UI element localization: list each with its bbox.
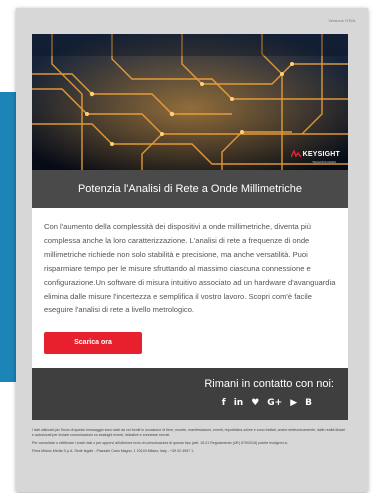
legal-line-1: I dati utilizzati per l'invio di questo …: [32, 428, 346, 437]
brand-subtitle: TECHNOLOGIES: [312, 160, 336, 164]
legal-line-2: Per consultare o rettificare i vostri da…: [32, 441, 288, 445]
stay-in-touch-label: Rimani in contatto con noi:: [204, 378, 334, 391]
social-footer: Rimani in contatto con noi: f in ♥ G+ ▶ …: [32, 368, 348, 421]
keysight-logo: KEYSIGHT: [290, 150, 340, 158]
twitter-icon[interactable]: ♥: [251, 398, 259, 408]
facebook-icon[interactable]: f: [222, 398, 226, 408]
email-title: Potenzia l'Analisi di Rete a Onde Millim…: [77, 183, 303, 195]
hero-image: KEYSIGHT TECHNOLOGIES: [32, 34, 348, 170]
youtube-icon[interactable]: ▶: [290, 398, 297, 408]
email-body: Con l'aumento della complessità dei disp…: [32, 208, 348, 369]
linkedin-icon[interactable]: in: [234, 398, 244, 408]
html-version-link[interactable]: Versione HTML: [328, 18, 356, 23]
email-card: Versione HTML KEYSIGHT TECHNOLOGIES Pote…: [16, 8, 368, 492]
email-content: KEYSIGHT TECHNOLOGIES Potenzia l'Analisi…: [32, 34, 348, 421]
title-band: Potenzia l'Analisi di Rete a Onde Millim…: [32, 170, 348, 208]
keysight-wave-icon: [290, 150, 301, 158]
body-text: Con l'aumento della complessità dei disp…: [44, 222, 336, 315]
download-now-button[interactable]: Scarica ora: [44, 332, 142, 355]
social-links: f in ♥ G+ ▶ B: [222, 398, 312, 408]
legal-line-3: Fiera Milano Media S.p.A. Sede legale - …: [32, 449, 195, 453]
blog-icon[interactable]: B: [305, 398, 312, 408]
legal-disclaimer: I dati utilizzati per l'invio di questo …: [32, 428, 348, 457]
googleplus-icon[interactable]: G+: [267, 398, 282, 408]
brand-name: KEYSIGHT: [302, 150, 340, 158]
